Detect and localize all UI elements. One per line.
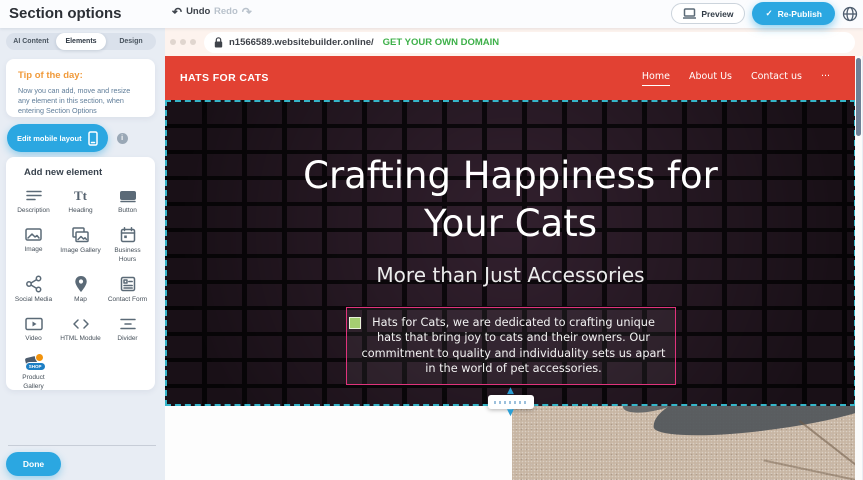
- social-media-icon: [25, 275, 43, 293]
- description-icon: [25, 187, 43, 204]
- mobile-layout-row: Edit mobile layout i: [7, 124, 128, 152]
- hero-heading[interactable]: Crafting Happiness for Your Cats: [266, 152, 756, 248]
- element-product-gallery[interactable]: SHOP Product Gallery: [10, 354, 57, 390]
- redo-button[interactable]: Redo ↷: [214, 6, 252, 17]
- element-map[interactable]: Map: [57, 275, 104, 304]
- preview-button[interactable]: Preview: [671, 3, 745, 24]
- lock-icon: [214, 37, 223, 48]
- video-icon: [24, 316, 44, 332]
- map-icon: [74, 275, 88, 293]
- new-badge-dot: [35, 353, 44, 362]
- element-business-hours[interactable]: Business Hours: [104, 226, 151, 264]
- element-heading[interactable]: Tt Heading: [57, 187, 104, 215]
- site-url: n1566589.websitebuilder.online/: [229, 37, 374, 48]
- preview-scrollbar: [855, 56, 862, 480]
- scrollbar-thumb[interactable]: [856, 58, 861, 136]
- business-hours-icon: [119, 226, 137, 244]
- element-divider[interactable]: Divider: [104, 316, 151, 343]
- tab-ai-content[interactable]: AI Content: [6, 33, 56, 50]
- carpet-photo: [512, 406, 856, 480]
- page-title: Section options: [9, 5, 122, 22]
- pavement-seam: [799, 420, 856, 480]
- product-gallery-icon: SHOP: [22, 354, 46, 371]
- divider-icon: [119, 316, 137, 332]
- nav-about-us[interactable]: About Us: [689, 71, 732, 85]
- preview-label: Preview: [701, 9, 733, 19]
- edit-mobile-layout-button[interactable]: Edit mobile layout: [7, 124, 108, 152]
- nav-home[interactable]: Home: [642, 71, 670, 86]
- sidebar-tabs: AI Content Elements Design: [6, 33, 156, 50]
- element-contact-form[interactable]: Contact Form: [104, 275, 151, 304]
- language-globe-button[interactable]: [842, 6, 858, 22]
- site-header: HATS FOR CATS Home About Us Contact us ·…: [165, 56, 856, 100]
- nav-more-icon[interactable]: ···: [821, 71, 830, 85]
- undo-icon: ↶: [172, 7, 182, 17]
- hero-paragraph-text: Hats for Cats, we are dedicated to craft…: [361, 315, 667, 376]
- element-drag-handle[interactable]: [349, 317, 361, 329]
- shop-badge: SHOP: [25, 362, 46, 371]
- add-new-element-title: Add new element: [24, 167, 151, 178]
- image-gallery-icon: [71, 226, 90, 244]
- get-own-domain-link[interactable]: GET YOUR OWN DOMAIN: [383, 37, 499, 48]
- tip-of-the-day-card: Tip of the day: Now you can add, move an…: [6, 59, 155, 117]
- element-description[interactable]: Description: [10, 187, 57, 215]
- add-new-element-panel: Add new element Description Tt Heading B…: [6, 157, 155, 390]
- sidebar-divider: [8, 445, 156, 446]
- undo-label: Undo: [186, 6, 210, 17]
- monitor-icon: [683, 8, 696, 19]
- redo-icon: ↷: [242, 7, 252, 17]
- tip-title: Tip of the day:: [18, 70, 143, 81]
- globe-icon: [842, 6, 858, 22]
- browser-chrome: n1566589.websitebuilder.online/ GET YOUR…: [165, 28, 863, 56]
- check-icon: ✓: [765, 8, 772, 19]
- image-icon: [24, 226, 43, 243]
- edit-mobile-layout-label: Edit mobile layout: [17, 134, 82, 143]
- site-logo[interactable]: HATS FOR CATS: [180, 72, 269, 84]
- hero-section-selected[interactable]: Crafting Happiness for Your Cats More th…: [165, 100, 856, 406]
- element-image-gallery[interactable]: Image Gallery: [57, 226, 104, 264]
- arrow-up-icon: ▲: [507, 387, 514, 395]
- section-options-sidebar: AI Content Elements Design Tip of the da…: [0, 28, 165, 480]
- element-button[interactable]: Button: [104, 187, 151, 215]
- redo-label: Redo: [214, 6, 238, 17]
- window-dots: [170, 39, 196, 45]
- tip-body: Now you can add, move and resize any ele…: [18, 86, 143, 116]
- heading-icon: Tt: [74, 187, 87, 204]
- element-html-module[interactable]: HTML Module: [57, 316, 104, 343]
- topbar-actions: Preview ✓ Re-Publish: [671, 2, 858, 25]
- element-image[interactable]: Image: [10, 226, 57, 264]
- element-video[interactable]: Video: [10, 316, 57, 343]
- site-nav: Home About Us Contact us ···: [642, 71, 830, 86]
- tab-elements[interactable]: Elements: [56, 33, 106, 50]
- topbar: Section options ↶ Undo Redo ↷ Preview ✓ …: [0, 0, 863, 28]
- address-bar[interactable]: n1566589.websitebuilder.online/ GET YOUR…: [204, 32, 855, 53]
- element-social-media[interactable]: Social Media: [10, 275, 57, 304]
- cat-shadow: [650, 406, 856, 442]
- hero-subheading[interactable]: More than Just Accessories: [167, 263, 854, 287]
- arrow-down-icon: ▼: [507, 409, 514, 417]
- republish-label: Re-Publish: [778, 9, 822, 19]
- resize-grip: [488, 395, 534, 409]
- site-preview: HATS FOR CATS Home About Us Contact us ·…: [165, 56, 856, 480]
- info-icon[interactable]: i: [117, 133, 128, 144]
- done-button[interactable]: Done: [6, 452, 61, 476]
- nav-contact-us[interactable]: Contact us: [751, 71, 802, 85]
- undo-button[interactable]: ↶ Undo: [172, 6, 210, 17]
- phone-icon: [88, 131, 98, 146]
- pavement-seam: [764, 459, 856, 480]
- tab-design[interactable]: Design: [106, 33, 156, 50]
- republish-button[interactable]: ✓ Re-Publish: [752, 2, 835, 25]
- section-resize-handle[interactable]: ▲ ▼: [488, 387, 534, 417]
- button-icon: [118, 187, 138, 204]
- contact-form-icon: [119, 275, 137, 293]
- website-builder-app: Section options ↶ Undo Redo ↷ Preview ✓ …: [0, 0, 863, 480]
- element-grid: Description Tt Heading Button Image Imag…: [10, 187, 151, 390]
- html-module-icon: [71, 316, 91, 332]
- hero-paragraph-selected[interactable]: Hats for Cats, we are dedicated to craft…: [346, 307, 676, 385]
